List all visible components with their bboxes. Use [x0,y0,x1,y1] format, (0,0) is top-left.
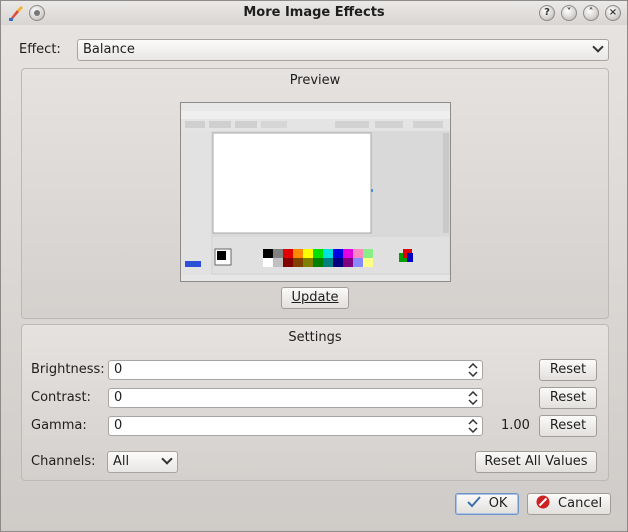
channels-label: Channels: [31,454,96,469]
gamma-input[interactable]: 0 [108,416,483,436]
channels-dropdown-value: All [113,454,130,469]
contrast-input[interactable]: 0 [108,388,483,408]
preview-image [180,102,451,282]
chevron-down-icon [592,41,604,53]
contrast-value: 0 [114,390,123,405]
reset-all-values-button[interactable]: Reset All Values [475,451,597,473]
spin-arrows-icon[interactable] [468,363,478,377]
cancel-button[interactable]: Cancel [527,493,611,515]
gamma-display-value: 1.00 [501,418,530,433]
effect-dropdown[interactable]: Balance [77,39,609,61]
contrast-reset-button[interactable]: Reset [539,387,597,409]
cancel-icon [536,495,550,509]
title-bar[interactable]: More Image Effects ? ˅ ˄ × [1,1,627,25]
chevron-down-icon: ˅ [566,7,572,18]
help-icon: ? [544,7,550,18]
effect-dropdown-value: Balance [83,42,135,57]
dialog-window: More Image Effects ? ˅ ˄ × Effect: Balan… [0,0,628,532]
effect-label-text: Effect: [19,42,61,57]
spin-arrows-icon[interactable] [468,391,478,405]
gamma-value: 0 [114,418,123,433]
brightness-value: 0 [114,362,123,377]
reset-all-values-label: Reset All Values [484,454,588,469]
channels-dropdown[interactable]: All [107,451,178,473]
update-button-label: Update [291,290,339,305]
brightness-input[interactable]: 0 [108,360,483,380]
chevron-up-icon: ˄ [588,7,594,18]
maximize-button[interactable]: ˄ [583,5,599,21]
update-button[interactable]: Update [281,287,349,309]
help-button[interactable]: ? [539,5,555,21]
close-icon: × [608,7,618,18]
gamma-reset-button[interactable]: Reset [539,415,597,437]
ok-button-label: OK [488,496,508,511]
brightness-reset-label: Reset [549,362,587,377]
contrast-label: Contrast: [31,390,91,405]
contrast-reset-label: Reset [549,390,587,405]
close-button[interactable]: × [605,5,621,21]
cancel-button-label: Cancel [558,496,603,511]
preview-title: Preview [289,73,341,88]
preview-thumbnail [181,103,450,281]
checkmark-icon [466,496,481,508]
chevron-down-icon [161,453,173,465]
gamma-reset-label: Reset [549,418,587,433]
brightness-reset-button[interactable]: Reset [539,359,597,381]
ok-button[interactable]: OK [455,493,519,515]
effect-label: Effect: [19,42,61,57]
minimize-button[interactable]: ˅ [561,5,577,21]
window-title: More Image Effects [243,5,385,20]
spin-arrows-icon[interactable] [468,419,478,433]
brightness-label: Brightness: [31,362,105,377]
settings-title: Settings [288,330,342,345]
gamma-label: Gamma: [31,418,87,433]
